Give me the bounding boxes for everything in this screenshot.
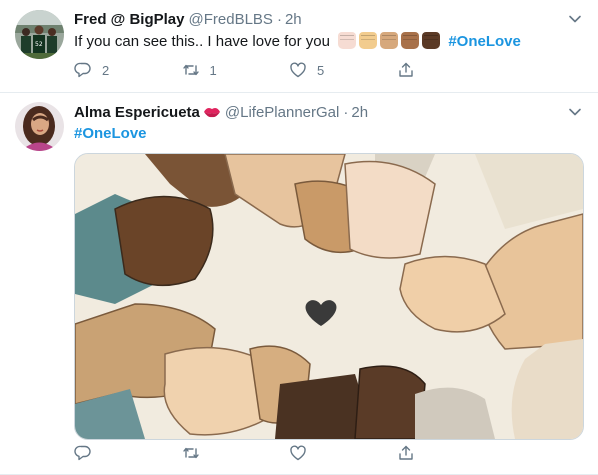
fist-emoji-icon <box>422 32 441 49</box>
tweet-media-image[interactable] <box>74 153 584 440</box>
hashtag-link[interactable]: #OneLove <box>74 125 147 142</box>
avatar-photo <box>15 102 64 151</box>
share-button[interactable] <box>397 61 505 79</box>
tweet-text: If you can see this.. I have love for yo… <box>74 32 583 52</box>
display-name[interactable]: Alma Espericueta <box>74 104 200 121</box>
avatar-photo: 52 <box>15 10 64 59</box>
hashtag-link[interactable]: #OneLove <box>448 33 521 50</box>
reply-button[interactable] <box>74 444 182 462</box>
retweet-icon <box>182 447 199 459</box>
like-button[interactable] <box>289 444 397 462</box>
timestamp[interactable]: 2h <box>285 11 302 28</box>
fist-emoji-icon <box>380 32 399 49</box>
svg-text:52: 52 <box>35 41 43 48</box>
kiss-lips-icon <box>203 108 220 118</box>
fist-emoji-icon <box>401 32 420 49</box>
reply-icon <box>74 445 91 461</box>
reply-button[interactable]: 2 <box>74 61 182 79</box>
heart-icon <box>290 445 306 461</box>
fist-emojis <box>338 32 441 49</box>
tweet-header: Alma Espericueta @LifePlannerGal · 2h <box>74 102 583 122</box>
chevron-down-icon[interactable] <box>567 11 583 27</box>
fist-emoji-icon <box>359 32 378 49</box>
tweet-fred[interactable]: 52 Fred @ BigPlay @FredBLBS · 2h If you … <box>0 0 598 93</box>
like-button[interactable]: 5 <box>289 61 397 79</box>
tweet-actions: 2 1 5 <box>74 61 504 79</box>
retweet-icon <box>182 64 199 76</box>
share-button[interactable] <box>397 444 505 462</box>
handle[interactable]: @LifePlannerGal <box>225 104 339 121</box>
retweet-button[interactable]: 1 <box>182 61 290 79</box>
tweet-alma[interactable]: Alma Espericueta @LifePlannerGal · 2h #O… <box>0 93 598 475</box>
avatar[interactable] <box>15 102 64 151</box>
display-name[interactable]: Fred @ BigPlay <box>74 11 185 28</box>
avatar[interactable]: 52 <box>15 10 64 59</box>
chevron-down-icon[interactable] <box>567 104 583 120</box>
hands-heart-illustration <box>75 154 583 439</box>
separator-dot: · <box>276 10 282 28</box>
reply-count: 2 <box>102 62 110 78</box>
tweet-header: Fred @ BigPlay @FredBLBS · 2h <box>74 9 583 29</box>
share-icon <box>398 445 413 460</box>
tweet-actions <box>74 444 504 462</box>
handle[interactable]: @FredBLBS <box>189 11 273 28</box>
heart-icon <box>290 62 306 78</box>
separator-dot: · <box>343 103 349 121</box>
retweet-count: 1 <box>209 62 217 78</box>
tweet-body: If you can see this.. I have love for yo… <box>74 33 330 50</box>
tweet-text: #OneLove <box>74 124 583 144</box>
timestamp[interactable]: 2h <box>351 104 368 121</box>
retweet-button[interactable] <box>182 444 290 462</box>
fist-emoji-icon <box>338 32 357 49</box>
share-icon <box>398 62 413 77</box>
reply-icon <box>74 62 91 78</box>
like-count: 5 <box>317 62 325 78</box>
